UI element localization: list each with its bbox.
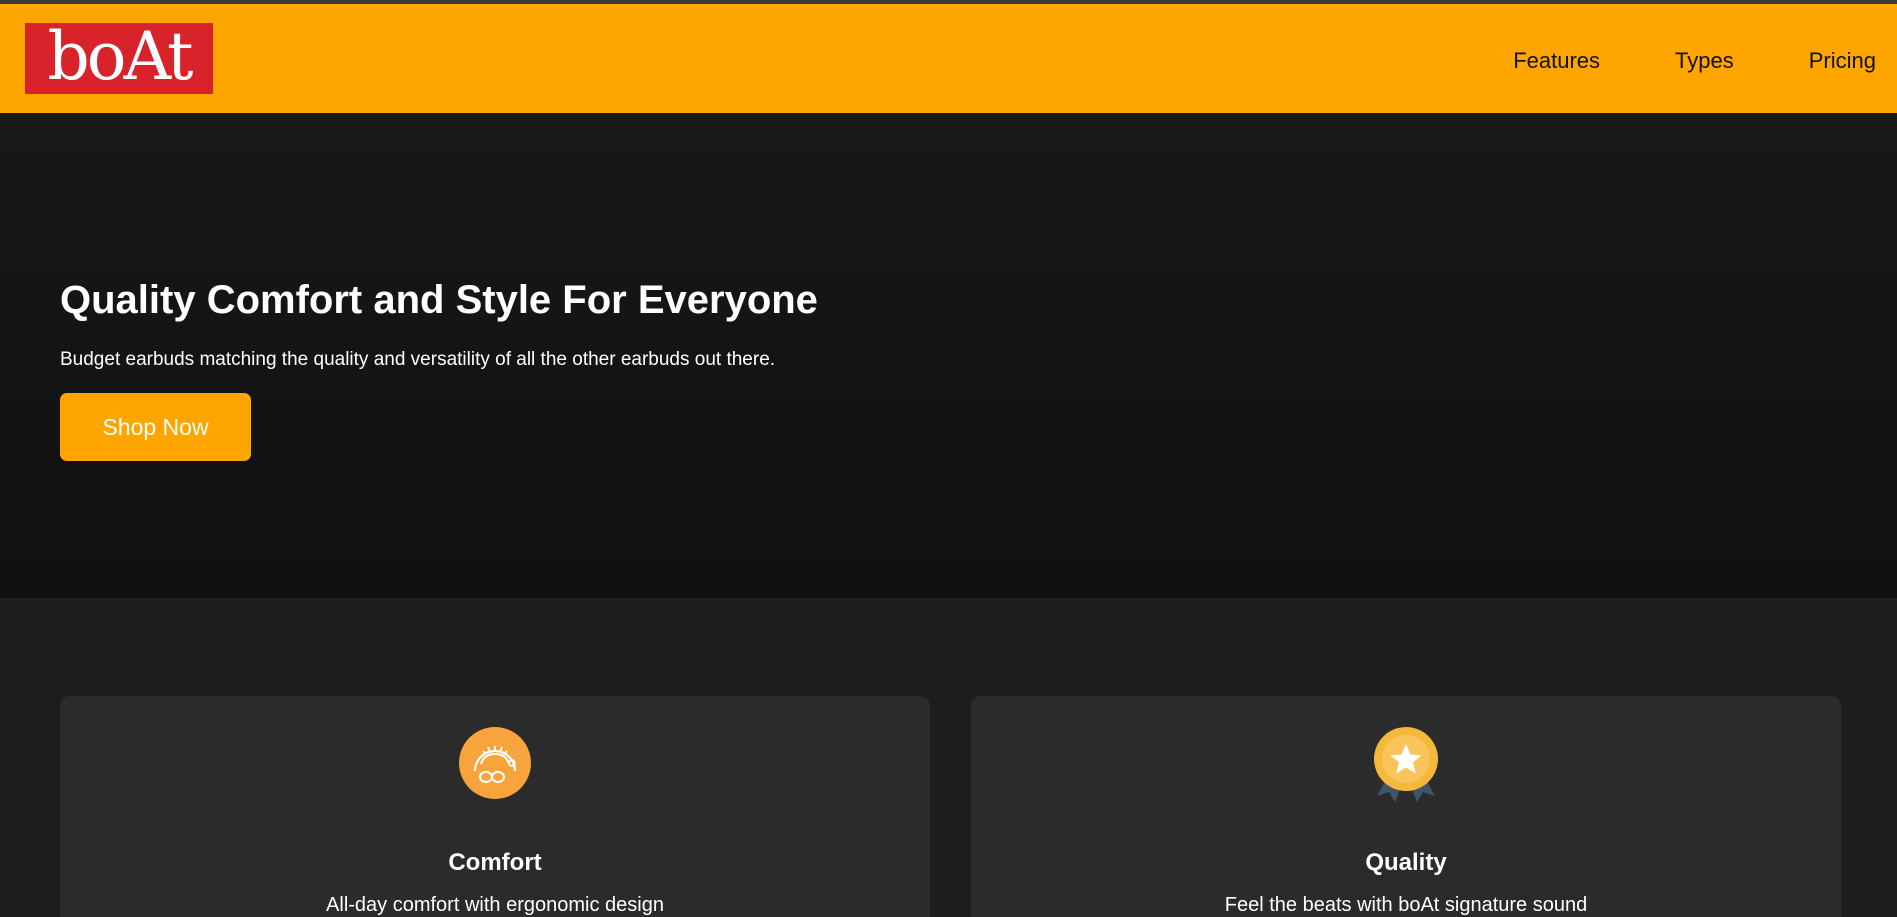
nav-link-pricing[interactable]: Pricing — [1809, 48, 1876, 74]
brand-logo[interactable]: boAt — [25, 23, 213, 94]
hero-section: Quality Comfort and Style For Everyone B… — [0, 113, 1897, 598]
nav-links: Features Types Pricing — [1513, 48, 1876, 74]
quality-medal-icon — [1369, 726, 1443, 809]
feature-title: Quality — [1365, 849, 1447, 876]
feature-title: Comfort — [448, 849, 542, 876]
feature-description: Feel the beats with boAt signature sound — [1224, 894, 1588, 916]
comfort-earbuds-icon — [458, 726, 532, 805]
hero-subtitle: Budget earbuds matching the quality and … — [60, 349, 776, 370]
hero-title: Quality Comfort and Style For Everyone — [60, 278, 818, 322]
features-section: Comfort All-day comfort with ergonomic d… — [0, 598, 1897, 917]
nav-link-types[interactable]: Types — [1675, 48, 1734, 74]
shop-now-button[interactable]: Shop Now — [60, 393, 251, 461]
feature-description: All-day comfort with ergonomic design — [326, 894, 664, 916]
feature-card-comfort: Comfort All-day comfort with ergonomic d… — [60, 696, 930, 917]
nav-link-features[interactable]: Features — [1513, 48, 1600, 74]
brand-logo-text: boAt — [47, 23, 193, 94]
feature-card-quality: Quality Feel the beats with boAt signatu… — [971, 696, 1841, 917]
navbar: boAt Features Types Pricing — [0, 4, 1897, 113]
